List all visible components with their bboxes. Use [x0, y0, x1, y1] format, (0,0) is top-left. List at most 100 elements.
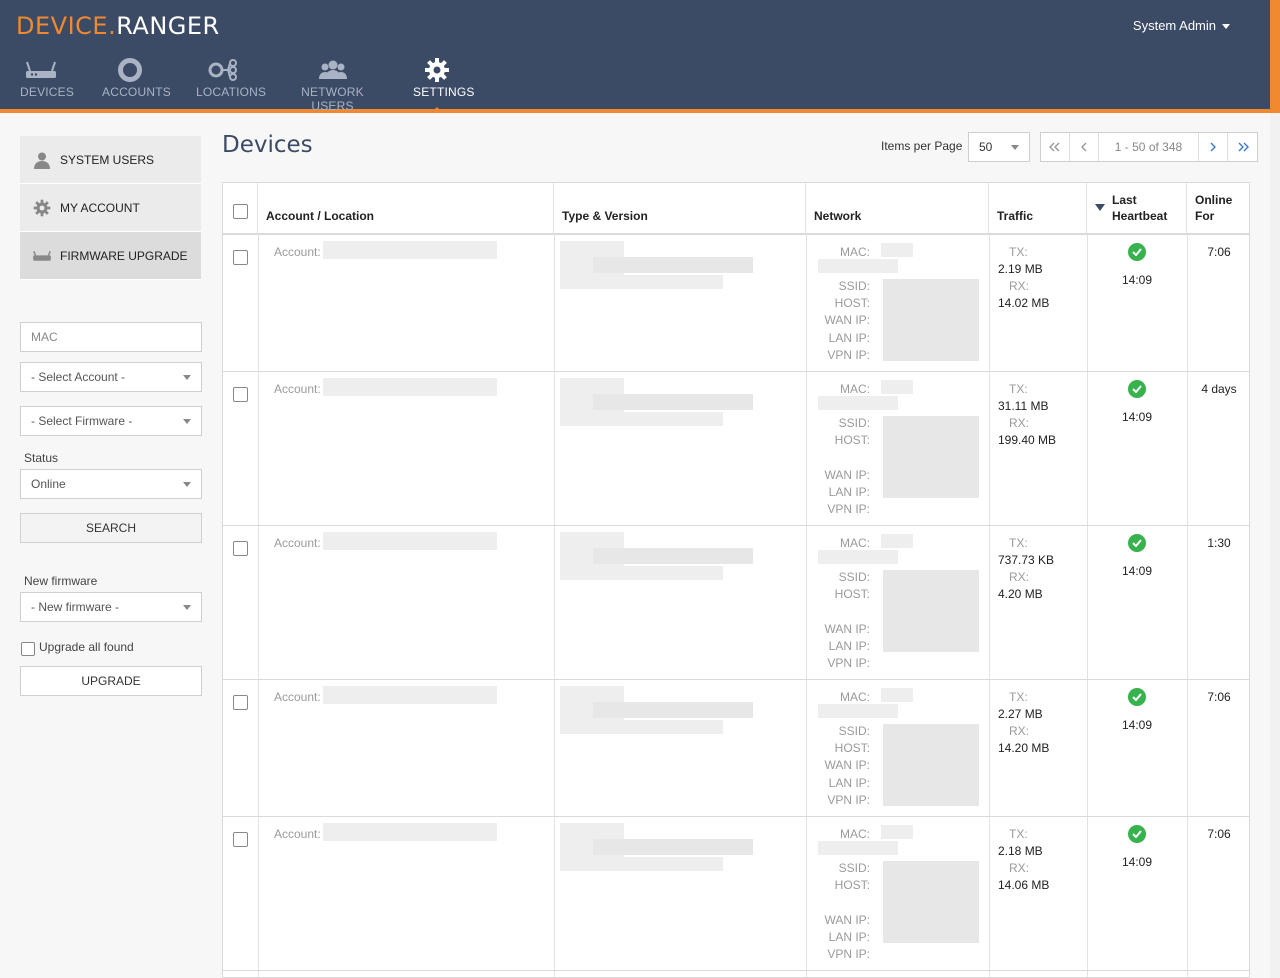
upgrade-all-option: Upgrade all found [21, 638, 134, 656]
account-label: Account: [274, 245, 321, 259]
heartbeat-value: 14:09 [1122, 564, 1153, 578]
network-label-host: HOST: [834, 433, 870, 447]
redacted-ips [883, 279, 979, 361]
table-row[interactable]: Account: MAC: SSID: HOST: WAN IP: LAN IP: VPN … [223, 235, 1249, 372]
settings-menu: SYSTEM USERS MY ACCOUNT FIRMWARE UPGRADE [20, 136, 201, 280]
tx-value: 2.18 MB [998, 844, 1043, 858]
col-online-for[interactable]: Online For [1187, 183, 1249, 235]
next-page-button[interactable] [1199, 133, 1228, 161]
account-select[interactable]: - Select Account - [20, 362, 202, 392]
online-for-value: 7:06 [1207, 690, 1231, 704]
col-account-location-label: Account / Location [266, 209, 374, 223]
col-traffic[interactable]: Traffic [989, 183, 1087, 235]
upgrade-all-checkbox[interactable] [21, 642, 35, 656]
redacted-network [818, 396, 898, 410]
col-account-location[interactable]: Account / Location [258, 183, 554, 235]
nav-accounts[interactable]: ACCOUNTS [102, 56, 171, 112]
select-all-checkbox[interactable] [233, 204, 248, 219]
col-network-label: Network [814, 209, 862, 223]
redacted-version [593, 257, 753, 273]
app-logo[interactable]: DEVICE.RANGER [16, 12, 220, 40]
col-network[interactable]: Network [806, 183, 989, 235]
network-label-lan: LAN IP: [828, 331, 870, 345]
status-select-value: Online [31, 477, 66, 491]
nav-devices[interactable]: DEVICES [20, 56, 75, 112]
sort-desc-icon [1095, 204, 1105, 211]
row-checkbox[interactable] [233, 832, 248, 847]
chevron-left-icon [1081, 142, 1087, 152]
user-menu[interactable]: System Admin [1133, 18, 1230, 33]
table-row[interactable]: Account: MAC: SSID: HOST: WAN IP: LAN IP: VPN … [223, 680, 1249, 817]
new-firmware-select-value: - New firmware - [31, 600, 120, 614]
col-type-version[interactable]: Type & Version [554, 183, 806, 235]
account-label: Account: [274, 690, 321, 704]
heartbeat-value: 14:09 [1122, 718, 1153, 732]
rx-label: RX: [1009, 570, 1030, 584]
search-button-label: SEARCH [85, 521, 136, 535]
upgrade-button[interactable]: UPGRADE [20, 666, 202, 696]
redacted-version [593, 702, 753, 718]
redacted-mac [881, 380, 913, 394]
redacted-version [573, 720, 723, 734]
table-row[interactable] [223, 971, 1249, 977]
tx-label: TX: [1009, 827, 1028, 841]
network-label-vpn: VPN IP: [827, 502, 870, 516]
users-icon [291, 56, 374, 84]
check-circle-icon [1128, 688, 1146, 706]
chevron-down-icon [183, 374, 191, 380]
menu-my-account[interactable]: MY ACCOUNT [20, 184, 201, 232]
account-label: Account: [274, 536, 321, 550]
nav-locations[interactable]: LOCATIONS [196, 56, 266, 112]
mac-filter-input[interactable]: MAC [20, 322, 202, 352]
redacted-mac [881, 243, 913, 257]
table-row[interactable]: Account: MAC: SSID: HOST: WAN IP: LAN IP: VPN … [223, 817, 1249, 971]
tx-label: TX: [1009, 690, 1028, 704]
scrollbar-track[interactable] [1270, 113, 1280, 978]
menu-firmware-upgrade[interactable]: FIRMWARE UPGRADE [20, 232, 201, 280]
check-circle-icon [1128, 825, 1146, 843]
status-select[interactable]: Online [20, 469, 202, 499]
redacted-account [323, 823, 497, 841]
network-label-host: HOST: [834, 741, 870, 755]
check-circle-icon [1128, 380, 1146, 398]
table-row[interactable]: Account: MAC: SSID: HOST: WAN IP: LAN IP: VPN … [223, 372, 1249, 526]
new-firmware-label: New firmware [24, 574, 98, 588]
network-label-lan: LAN IP: [828, 776, 870, 790]
network-label-host: HOST: [834, 587, 870, 601]
network-label-mac: MAC: [840, 690, 870, 704]
row-checkbox[interactable] [233, 250, 248, 265]
rx-label: RX: [1009, 416, 1030, 430]
network-label-ssid: SSID: [838, 279, 870, 293]
network-label-wan: WAN IP: [824, 913, 870, 927]
col-last-heartbeat-label: Last Heartbeat [1112, 193, 1168, 223]
menu-system-users[interactable]: SYSTEM USERS [20, 136, 201, 184]
first-page-button[interactable] [1041, 133, 1070, 161]
tx-label: TX: [1009, 536, 1028, 550]
devices-table: Account / Location Type & Version Networ… [222, 182, 1250, 978]
gear-icon [32, 199, 52, 217]
new-firmware-select[interactable]: - New firmware - [20, 592, 202, 622]
firmware-select[interactable]: - Select Firmware - [20, 406, 202, 436]
row-checkbox[interactable] [233, 387, 248, 402]
redacted-ips [883, 724, 979, 806]
search-button[interactable]: SEARCH [20, 513, 202, 543]
items-per-page-select[interactable]: 50 [968, 132, 1030, 162]
nav-network-users-label: NETWORK USERS [301, 85, 364, 113]
router-icon [20, 56, 62, 84]
nav-devices-label: DEVICES [20, 85, 75, 99]
top-header: DEVICE.RANGER System Admin DEVICES ACCOU… [0, 0, 1270, 113]
page-title: Devices [222, 132, 313, 158]
col-online-for-label: Online For [1195, 193, 1233, 223]
row-checkbox[interactable] [233, 541, 248, 556]
heartbeat-value: 14:09 [1122, 855, 1153, 869]
table-row[interactable]: Account: MAC: SSID: HOST: WAN IP: LAN IP: VPN … [223, 526, 1249, 680]
row-checkbox[interactable] [233, 695, 248, 710]
redacted-network [818, 550, 898, 564]
network-label-mac: MAC: [840, 382, 870, 396]
col-last-heartbeat[interactable]: Last Heartbeat [1087, 183, 1187, 235]
prev-page-button[interactable] [1070, 133, 1099, 161]
firmware-select-value: - Select Firmware - [31, 414, 133, 428]
last-page-button[interactable] [1228, 133, 1257, 161]
nav-network-users[interactable]: NETWORK USERS [291, 56, 374, 113]
nav-settings[interactable]: SETTINGS [413, 56, 474, 113]
